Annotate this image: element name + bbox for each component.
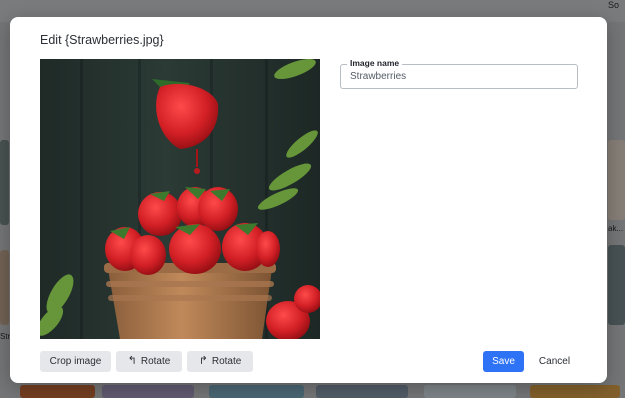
save-button[interactable]: Save [483,351,524,372]
image-preview [40,59,320,339]
rotate-right-icon: ↱ [198,355,208,367]
rotate-right-button[interactable]: ↱ Rotate [187,351,253,372]
cancel-label: Cancel [538,356,571,367]
image-name-field: Image name [340,58,578,89]
image-name-input[interactable] [350,71,482,82]
rotate-left-icon: ↰ [127,355,137,367]
rotate-left-button[interactable]: ↰ Rotate [116,351,182,372]
crop-image-label: Crop image [49,356,102,367]
strawberries-image [40,59,320,339]
rotate-right-label: Rotate [211,356,242,367]
save-label: Save [492,356,515,367]
crop-image-button[interactable]: Crop image [40,351,111,372]
modal-title: Edit {Strawberries.jpg} [40,33,164,47]
rotate-left-label: Rotate [140,356,171,367]
cancel-button[interactable]: Cancel [531,351,578,372]
image-name-label: Image name [347,58,403,68]
edit-image-modal: Edit {Strawberries.jpg} Image name Straw… [10,17,607,383]
